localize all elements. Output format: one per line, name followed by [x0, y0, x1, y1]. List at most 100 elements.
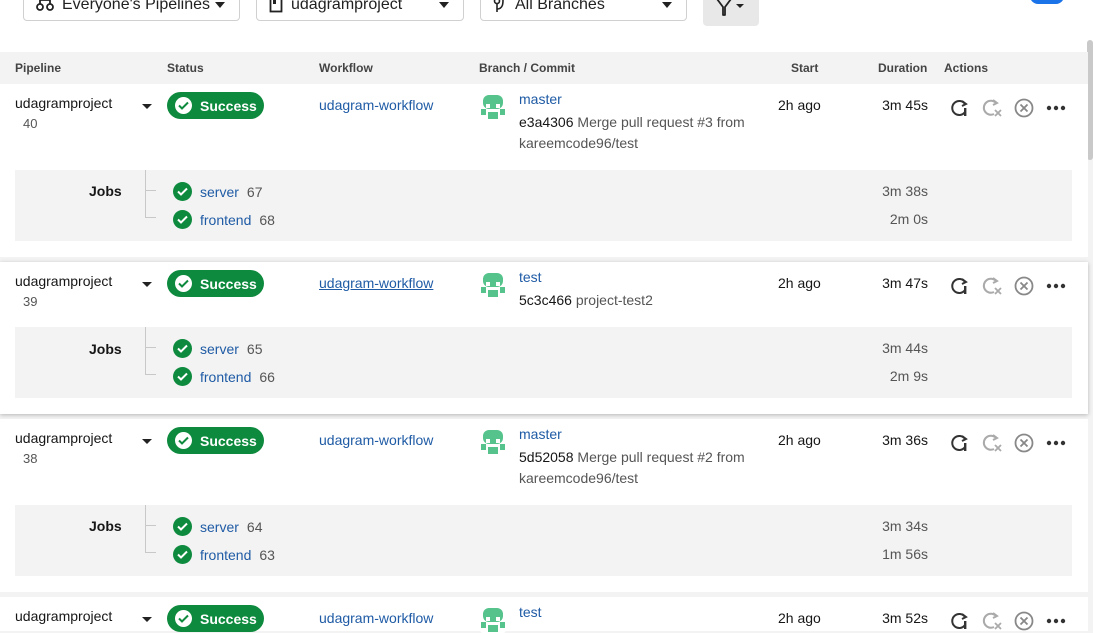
expand-caret-icon[interactable] [142, 617, 152, 622]
pipelines-filter-dropdown[interactable]: Everyone's Pipelines [23, 0, 240, 21]
status-badge[interactable]: Success [167, 270, 264, 297]
job-name[interactable]: server [200, 519, 239, 535]
job-success-icon [173, 182, 192, 201]
job-name[interactable]: server [200, 341, 239, 357]
job-success-icon [173, 367, 192, 386]
toggle-switch[interactable] [1030, 0, 1064, 4]
job-name[interactable]: server [200, 184, 239, 200]
job-item[interactable]: frontend 66 [173, 367, 275, 386]
pipelines-icon [36, 0, 54, 13]
rerun-failed-icon[interactable] [981, 610, 1003, 632]
job-item[interactable]: frontend 63 [173, 545, 275, 564]
job-item[interactable]: server 67 [173, 182, 262, 201]
expand-caret-icon[interactable] [142, 104, 152, 109]
workflow-link[interactable]: udagram-workflow [319, 432, 433, 448]
start-time: 2h ago [778, 275, 821, 291]
rerun-failed-icon[interactable] [981, 97, 1003, 119]
status-badge[interactable]: Success [167, 427, 264, 454]
jobs-panel: Jobs server 64 frontend 63 3m 34s 1m 56s [15, 505, 1072, 576]
pipeline-name[interactable]: udagramproject [15, 608, 112, 624]
pipeline-number: 40 [23, 116, 38, 131]
pipeline-name[interactable]: udagramproject [15, 273, 112, 289]
cancel-icon[interactable] [1013, 610, 1035, 632]
status-badge[interactable]: Success [167, 92, 264, 119]
check-icon [175, 97, 192, 114]
avatar [480, 94, 506, 120]
branch-icon [493, 0, 507, 13]
status-badge[interactable]: Success [167, 605, 264, 632]
pipeline-number: 39 [23, 294, 38, 309]
project-filter-label: udagramproject [291, 0, 403, 13]
status-label: Success [200, 275, 257, 292]
filter-toolbar: Everyone's Pipelines udagramproject All … [0, 0, 1093, 52]
start-time: 2h ago [778, 97, 821, 113]
job-tree-connector [145, 327, 158, 375]
job-success-icon [173, 339, 192, 358]
expand-caret-icon[interactable] [142, 282, 152, 287]
rerun-failed-icon[interactable] [981, 432, 1003, 454]
job-success-icon [173, 210, 192, 229]
commit-info[interactable]: 5d52058 Merge pull request #2 from karee… [519, 447, 759, 489]
job-tree-connector [145, 170, 158, 218]
start-time: 2h ago [778, 432, 821, 448]
avatar [480, 429, 506, 455]
branch-link[interactable]: test [519, 604, 542, 620]
column-header-start: Start [791, 61, 819, 75]
avatar [480, 272, 506, 298]
pipeline-name[interactable]: udagramproject [15, 95, 112, 111]
rerun-icon[interactable] [949, 275, 971, 297]
job-name[interactable]: frontend [200, 212, 251, 228]
pipeline-row[interactable]: udagramproject 38 Success udagram-workfl… [0, 419, 1088, 592]
more-icon[interactable] [1045, 275, 1067, 297]
project-filter-dropdown[interactable]: udagramproject [256, 0, 464, 21]
duration: 3m 52s [882, 610, 928, 626]
pipeline-row[interactable]: udagramproject 40 Success udagram-workfl… [0, 84, 1088, 257]
expand-caret-icon[interactable] [142, 439, 152, 444]
workflow-link[interactable]: udagram-workflow [319, 97, 433, 113]
branch-link[interactable]: test [519, 269, 542, 285]
workflow-link[interactable]: udagram-workflow [319, 275, 433, 291]
pipeline-row[interactable]: udagramproject 39 Success udagram-workfl… [0, 262, 1088, 414]
jobs-panel: Jobs server 65 frontend 66 3m 44s 2m 9s [15, 327, 1072, 398]
commit-info[interactable]: 5c3c466 project-test2 [519, 290, 759, 311]
rerun-icon[interactable] [949, 97, 971, 119]
jobs-label: Jobs [89, 341, 122, 357]
branch-link[interactable]: master [519, 426, 562, 442]
more-icon[interactable] [1045, 432, 1067, 454]
check-icon [175, 275, 192, 292]
job-name[interactable]: frontend [200, 547, 251, 563]
job-item[interactable]: server 65 [173, 339, 262, 358]
chevron-down-icon [215, 2, 225, 8]
cancel-icon[interactable] [1013, 97, 1035, 119]
commit-hash: e3a4306 [519, 114, 574, 130]
cancel-icon[interactable] [1013, 432, 1035, 454]
advanced-filter-button[interactable] [703, 0, 759, 26]
job-name[interactable]: frontend [200, 369, 251, 385]
jobs-label: Jobs [89, 518, 122, 534]
start-time: 2h ago [778, 610, 821, 626]
pipeline-name[interactable]: udagramproject [15, 430, 112, 446]
project-icon [269, 0, 283, 13]
job-item[interactable]: server 64 [173, 517, 262, 536]
column-header-pipeline: Pipeline [15, 61, 62, 75]
jobs-label: Jobs [89, 183, 122, 199]
pipeline-number: 38 [23, 451, 38, 466]
commit-hash: 5d52058 [519, 449, 574, 465]
job-duration: 3m 34s [882, 518, 928, 534]
rerun-icon[interactable] [949, 610, 971, 632]
workflow-link[interactable]: udagram-workflow [319, 610, 433, 626]
chevron-down-icon [439, 2, 449, 8]
job-item[interactable]: frontend 68 [173, 210, 275, 229]
commit-info[interactable]: e3a4306 Merge pull request #3 from karee… [519, 112, 759, 154]
commit-hash: 5c3c466 [519, 292, 572, 308]
branch-link[interactable]: master [519, 91, 562, 107]
rerun-icon[interactable] [949, 432, 971, 454]
rerun-failed-icon[interactable] [981, 275, 1003, 297]
jobs-panel: Jobs server 67 frontend 68 3m 38s 2m 0s [15, 170, 1072, 241]
pipelines-filter-label: Everyone's Pipelines [62, 0, 211, 13]
pipeline-row[interactable]: udagramproject Success udagram-workflow … [0, 597, 1088, 633]
more-icon[interactable] [1045, 610, 1067, 632]
cancel-icon[interactable] [1013, 275, 1035, 297]
more-icon[interactable] [1045, 97, 1067, 119]
branch-filter-dropdown[interactable]: All Branches [480, 0, 687, 21]
